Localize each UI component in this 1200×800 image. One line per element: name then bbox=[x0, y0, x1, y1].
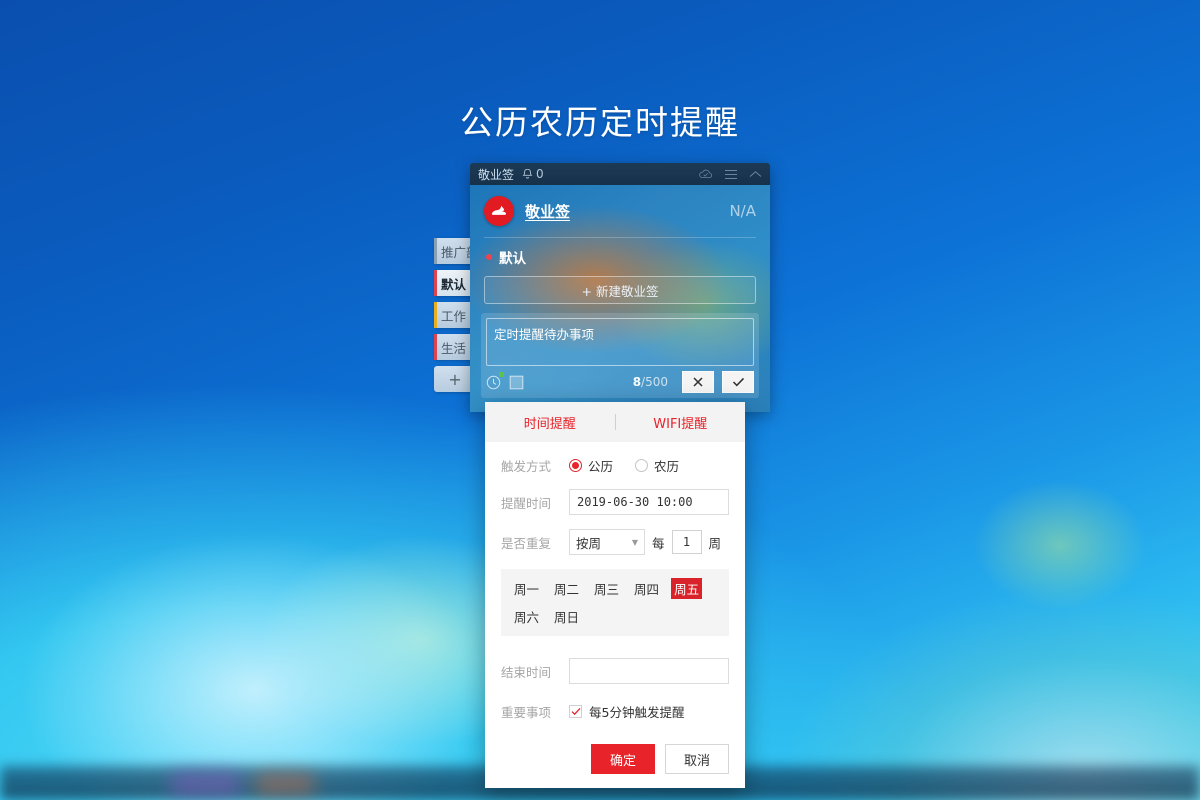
taskbar-icon-blob bbox=[170, 772, 240, 796]
cloud-sync-icon[interactable] bbox=[698, 168, 713, 180]
note-cancel-button[interactable] bbox=[682, 371, 714, 393]
window-titlebar[interactable]: 敬业签 0 bbox=[470, 163, 770, 185]
chevron-up-icon[interactable] bbox=[749, 170, 762, 179]
jingyeqian-logo-icon bbox=[484, 196, 514, 226]
repeat-every-prefix: 每 bbox=[652, 535, 665, 551]
important-checkbox[interactable] bbox=[569, 705, 582, 718]
taskbar-icon-blob bbox=[255, 773, 315, 795]
app-content-area: 敬业签 N/A 默认 + 新建敬业签 定时提醒待办事项 8/500 bbox=[470, 185, 770, 412]
note-text-editor[interactable]: 定时提醒待办事项 bbox=[486, 318, 754, 366]
weekday-friday[interactable]: 周五 bbox=[671, 578, 703, 599]
trigger-type-radio-group: 公历 农历 bbox=[569, 456, 679, 475]
chevron-down-icon: ▼ bbox=[631, 537, 638, 547]
checkmark-icon bbox=[571, 707, 580, 716]
confirm-button[interactable]: 确定 bbox=[590, 744, 655, 774]
repeat-mode-select[interactable]: 按周 ▼ bbox=[569, 529, 645, 555]
radio-lunar-label: 农历 bbox=[654, 459, 680, 474]
hamburger-menu-icon[interactable] bbox=[724, 169, 738, 180]
note-confirm-button[interactable] bbox=[722, 371, 754, 393]
current-group-row[interactable]: 默认 bbox=[470, 238, 770, 267]
group-name-label: 默认 bbox=[499, 251, 526, 267]
reminder-form: 触发方式 公历 农历 提醒时间 2019-06-30 10:00 是否重复 按周… bbox=[485, 442, 745, 555]
trigger-type-row: 触发方式 公历 农历 bbox=[501, 456, 729, 475]
reminder-form-lower: 结束时间 重要事项 每5分钟触发提醒 bbox=[485, 650, 745, 721]
char-limit: /500 bbox=[641, 375, 668, 389]
dialog-tab-bar: 时间提醒 WIFI提醒 bbox=[485, 402, 745, 442]
weekday-selector: 周一 周二 周三 周四 周五 周六 周日 bbox=[501, 569, 729, 636]
sidebar-item-label: 工作 bbox=[441, 308, 467, 324]
sidebar-item-label: 生活 bbox=[441, 340, 467, 356]
weekday-monday[interactable]: 周一 bbox=[511, 578, 542, 599]
reminder-active-badge bbox=[499, 371, 504, 377]
bell-icon bbox=[522, 168, 533, 179]
new-note-label: + 新建敬业签 bbox=[581, 283, 659, 299]
radio-solar-label: 公历 bbox=[588, 459, 614, 474]
notification-count: 0 bbox=[536, 167, 544, 181]
important-row: 重要事项 每5分钟触发提醒 bbox=[501, 702, 729, 721]
weekday-wednesday[interactable]: 周三 bbox=[591, 578, 622, 599]
important-label: 重要事项 bbox=[501, 705, 552, 720]
weekday-tuesday[interactable]: 周二 bbox=[551, 578, 582, 599]
category-color-bar bbox=[434, 302, 437, 328]
repeat-row: 是否重复 按周 ▼ 每 1 周 bbox=[501, 529, 729, 555]
weekday-thursday[interactable]: 周四 bbox=[631, 578, 662, 599]
important-checkbox-group[interactable]: 每5分钟触发提醒 bbox=[569, 702, 684, 721]
checkmark-icon bbox=[732, 377, 744, 387]
reminder-settings-dialog: 时间提醒 WIFI提醒 触发方式 公历 农历 提醒时间 2019-06-30 1… bbox=[485, 402, 745, 788]
trigger-type-label: 触发方式 bbox=[501, 459, 552, 474]
remind-time-input[interactable]: 2019-06-30 10:00 bbox=[569, 489, 729, 515]
radio-lunar-indicator bbox=[635, 459, 649, 472]
close-x-icon bbox=[693, 377, 703, 387]
note-toolbar: 8/500 bbox=[486, 371, 754, 393]
radio-solar-indicator bbox=[569, 459, 582, 472]
tab-wifi-reminder[interactable]: WIFI提醒 bbox=[616, 413, 746, 432]
category-color-bar bbox=[434, 238, 437, 264]
important-text: 每5分钟触发提醒 bbox=[589, 705, 685, 720]
remind-time-row: 提醒时间 2019-06-30 10:00 bbox=[501, 489, 729, 515]
radio-option-lunar[interactable]: 农历 bbox=[635, 456, 679, 475]
account-status: N/A bbox=[729, 202, 756, 220]
category-color-bar bbox=[434, 334, 437, 360]
remind-time-value: 2019-06-30 10:00 bbox=[577, 495, 693, 509]
repeat-mode-value: 按周 bbox=[576, 535, 602, 551]
note-card: 定时提醒待办事项 8/500 bbox=[481, 313, 759, 398]
char-used: 8 bbox=[632, 375, 642, 389]
dialog-action-buttons: 确定 取消 bbox=[590, 744, 729, 774]
repeat-label: 是否重复 bbox=[501, 535, 552, 551]
new-note-button[interactable]: + 新建敬业签 bbox=[484, 276, 756, 304]
notification-indicator[interactable]: 0 bbox=[522, 167, 544, 181]
tab-time-reminder[interactable]: 时间提醒 bbox=[485, 413, 615, 432]
end-time-label: 结束时间 bbox=[501, 664, 552, 680]
add-category-label: + bbox=[448, 369, 462, 389]
radio-option-solar[interactable]: 公历 bbox=[569, 456, 613, 475]
checkbox-icon[interactable] bbox=[509, 375, 524, 390]
remind-time-label: 提醒时间 bbox=[501, 495, 552, 511]
end-time-row: 结束时间 bbox=[501, 658, 729, 684]
clock-reminder-icon[interactable] bbox=[486, 371, 504, 390]
cancel-button[interactable]: 取消 bbox=[664, 744, 729, 774]
note-content: 定时提醒待办事项 bbox=[494, 327, 595, 342]
character-counter: 8/500 bbox=[633, 375, 668, 389]
group-color-dot bbox=[486, 254, 492, 260]
jingyeqian-app-window: 敬业签 0 敬业签 N/A 默认 + 新建敬业签 定时提醒待办事项 8/500 bbox=[470, 163, 770, 412]
repeat-unit-label: 周 bbox=[708, 535, 722, 551]
weekday-sunday[interactable]: 周日 bbox=[551, 606, 582, 627]
brand-name[interactable]: 敬业签 bbox=[525, 201, 570, 222]
end-time-input[interactable] bbox=[569, 658, 729, 684]
sidebar-item-label: 默认 bbox=[441, 276, 467, 292]
app-header: 敬业签 N/A bbox=[470, 185, 770, 226]
repeat-interval-input[interactable]: 1 bbox=[671, 530, 702, 554]
repeat-interval-value: 1 bbox=[682, 535, 691, 549]
page-title: 公历农历定时提醒 bbox=[460, 103, 740, 142]
category-color-bar bbox=[434, 270, 437, 296]
weekday-saturday[interactable]: 周六 bbox=[511, 606, 542, 627]
window-title: 敬业签 bbox=[478, 167, 515, 182]
